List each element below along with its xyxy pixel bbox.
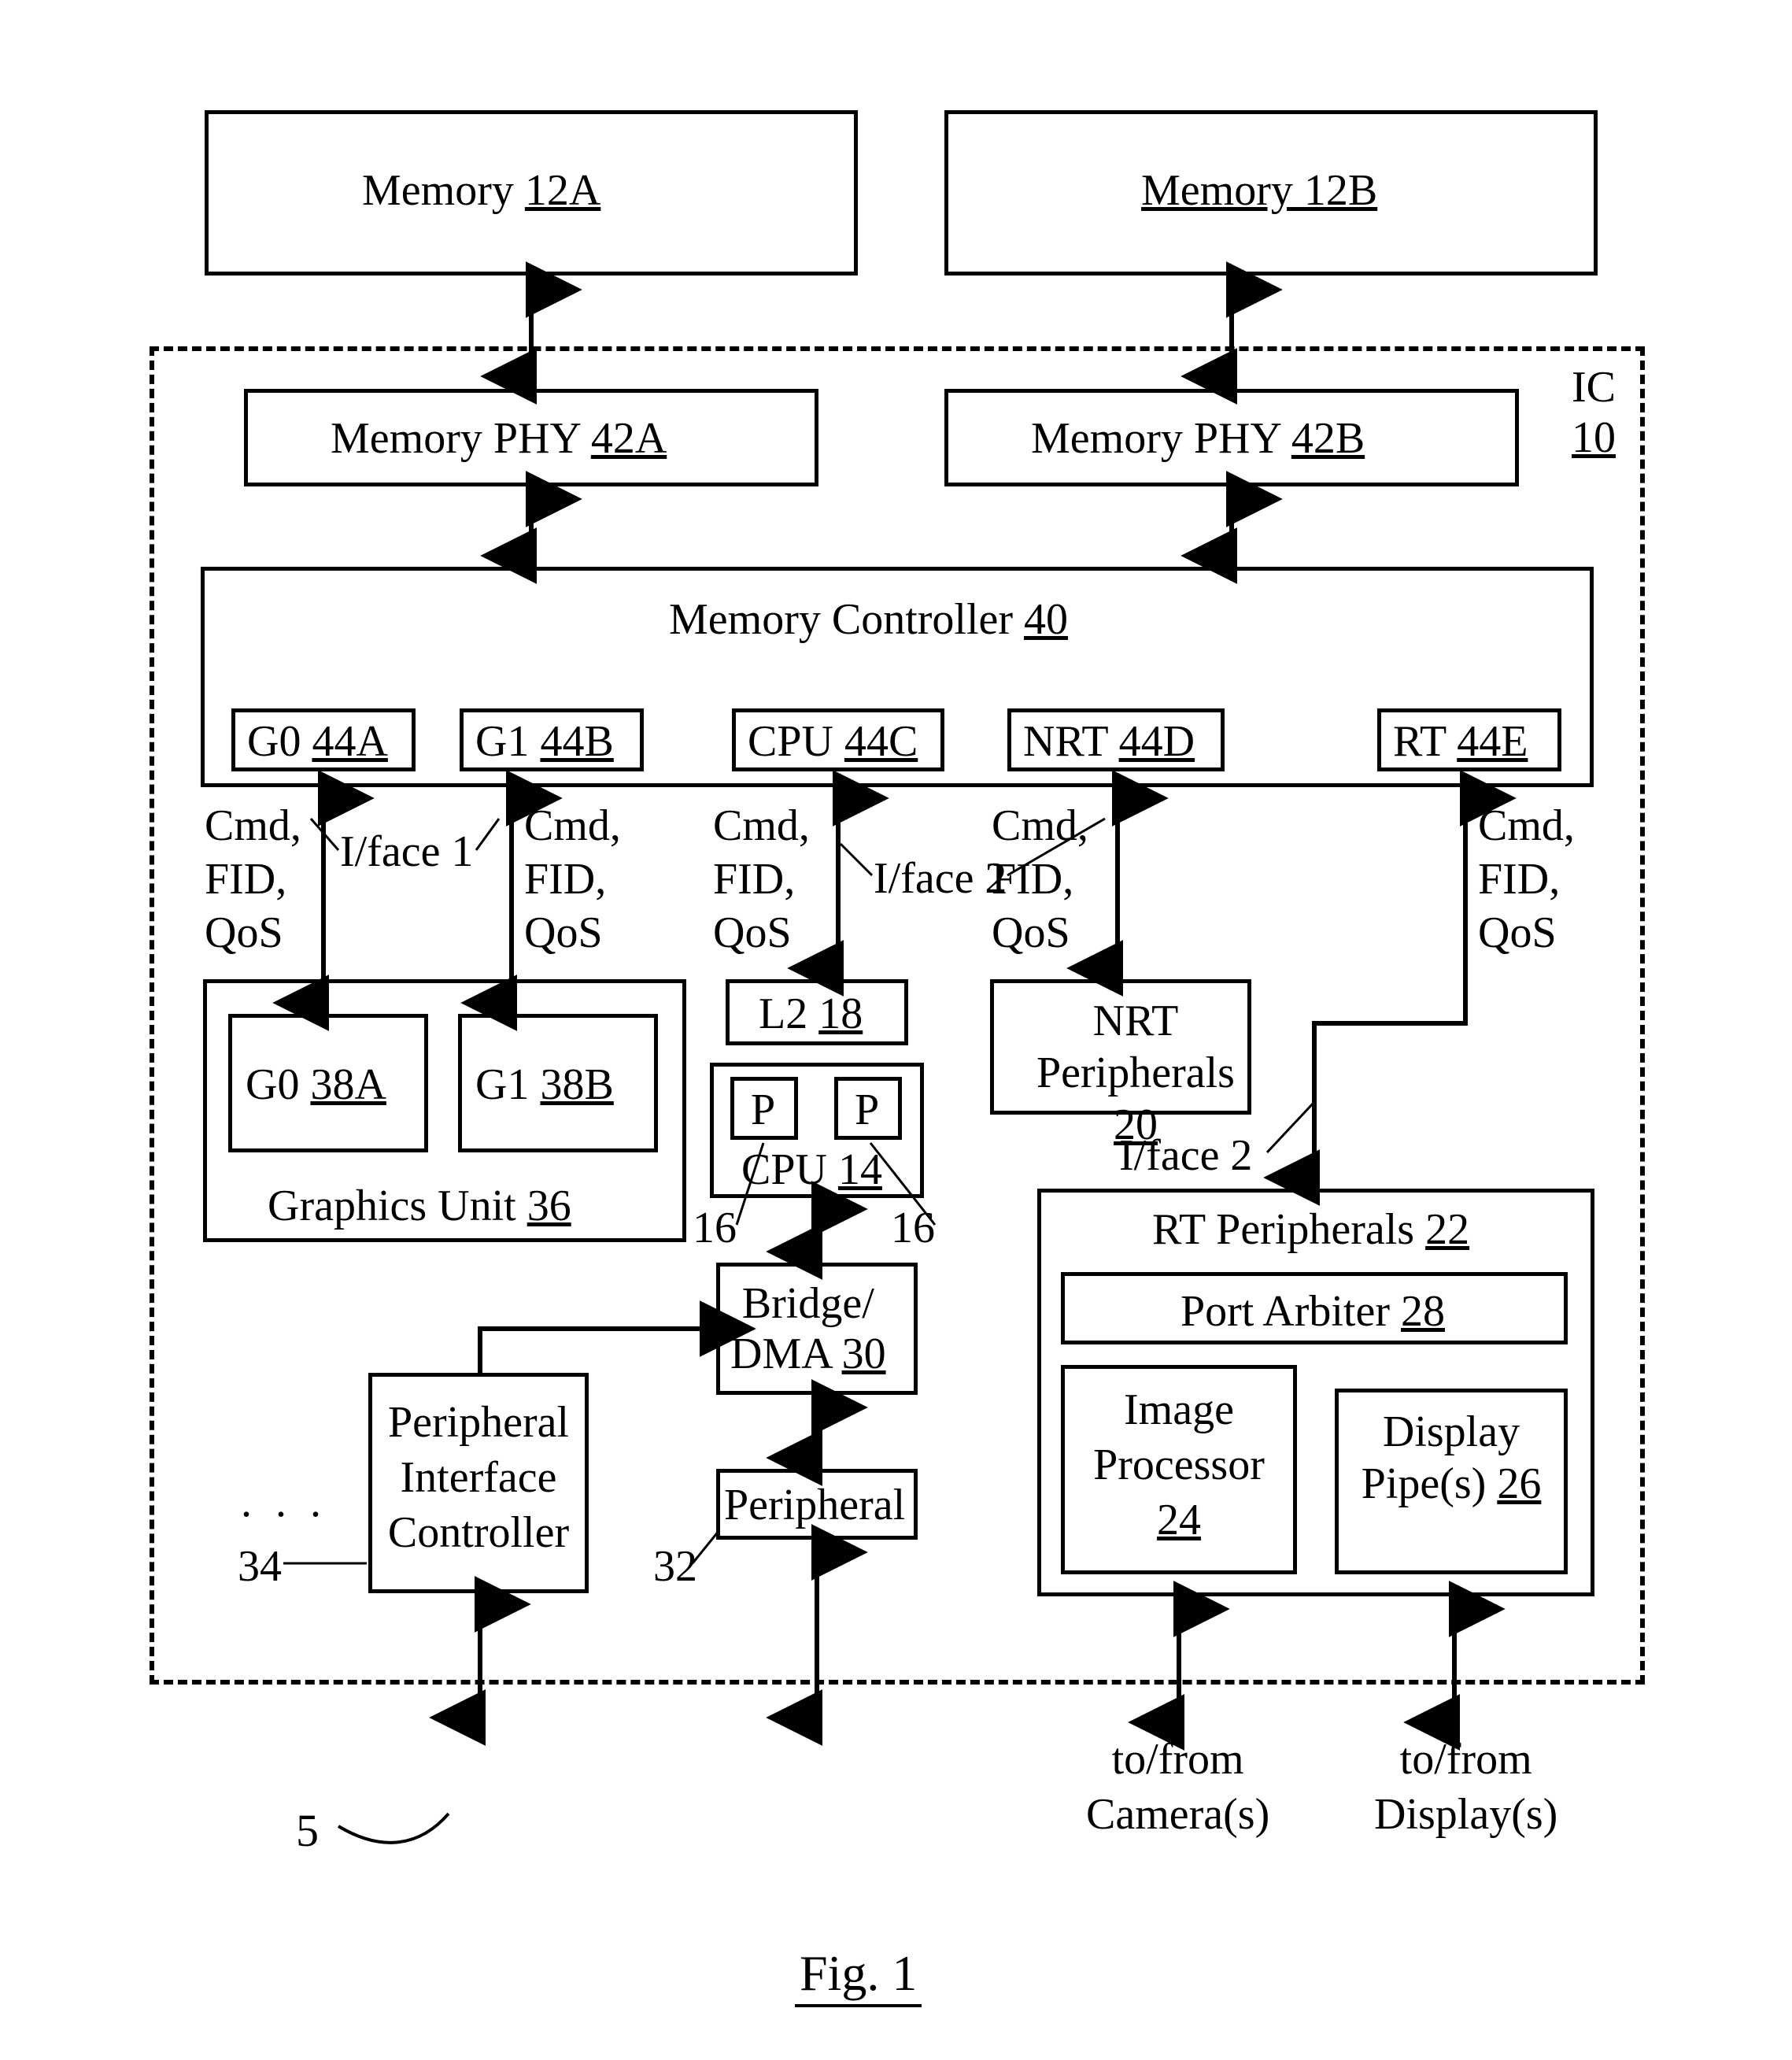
iface1-label: I/face 1 bbox=[340, 827, 473, 877]
nrt-peripherals-label: NRTPeripherals 20 bbox=[1029, 995, 1242, 1151]
memory-12a-label: Memory 12A bbox=[362, 165, 600, 216]
graphics-unit-label: Graphics Unit 36 bbox=[268, 1181, 571, 1231]
port-rt-label: RT 44E bbox=[1393, 716, 1528, 767]
port-nrt-label: NRT 44D bbox=[1023, 716, 1195, 767]
cmd-g0: Cmd,FID,QoS bbox=[205, 799, 301, 960]
cpu-core-p1-label: P bbox=[751, 1085, 775, 1135]
display-pipes-label: DisplayPipe(s) 26 bbox=[1350, 1406, 1552, 1510]
cmd-g1: Cmd,FID,QoS bbox=[524, 799, 621, 960]
gfx-g0-label: G0 38A bbox=[246, 1060, 386, 1110]
peripheral-label: Peripheral bbox=[724, 1480, 905, 1530]
diagram-canvas: Memory 12A Memory 12B IC10 Memory PHY 42… bbox=[0, 0, 1792, 2060]
tofrom-displays: to/fromDisplay(s) bbox=[1374, 1732, 1557, 1842]
tofrom-cameras: to/fromCamera(s) bbox=[1086, 1732, 1269, 1842]
gfx-g1-label: G1 38B bbox=[475, 1060, 614, 1110]
cpu-core-p2-label: P bbox=[855, 1085, 879, 1135]
port-cpu-label: CPU 44C bbox=[748, 716, 918, 767]
port-arbiter-label: Port Arbiter 28 bbox=[1181, 1286, 1445, 1337]
memory-12b-label: Memory 12B bbox=[1141, 165, 1377, 216]
cpu-core-ref-r: 16 bbox=[891, 1203, 935, 1253]
pic-label: PeripheralInterfaceController bbox=[378, 1395, 579, 1560]
port-g0-label: G0 44A bbox=[247, 716, 388, 767]
peripheral-ref: 32 bbox=[653, 1541, 697, 1592]
figure-ref: 5 bbox=[296, 1804, 319, 1857]
figure-caption: Fig. 1 bbox=[795, 1944, 922, 2007]
bridge-dma-label: Bridge/DMA 30 bbox=[730, 1278, 886, 1379]
phy-42a-label: Memory PHY 42A bbox=[331, 413, 667, 464]
memory-controller-label: Memory Controller 40 bbox=[669, 594, 1068, 645]
cpu-core-ref-l: 16 bbox=[693, 1203, 737, 1253]
dots: . . . bbox=[241, 1477, 327, 1527]
phy-42b-label: Memory PHY 42B bbox=[1031, 413, 1365, 464]
port-g1-label: G1 44B bbox=[475, 716, 614, 767]
ic-label: IC10 bbox=[1572, 362, 1616, 463]
pic-ref: 34 bbox=[238, 1541, 282, 1592]
rt-peripherals-label: RT Peripherals 22 bbox=[1152, 1204, 1469, 1255]
iface2-label-top: I/face 2 bbox=[874, 853, 1007, 904]
cpu-label: CPU 14 bbox=[741, 1145, 882, 1195]
l2-label: L2 18 bbox=[759, 989, 863, 1039]
cmd-cpu: Cmd,FID,QoS bbox=[713, 799, 810, 960]
cmd-rt: Cmd,FID,QoS bbox=[1478, 799, 1575, 960]
image-processor-label: ImageProcessor24 bbox=[1075, 1382, 1283, 1548]
